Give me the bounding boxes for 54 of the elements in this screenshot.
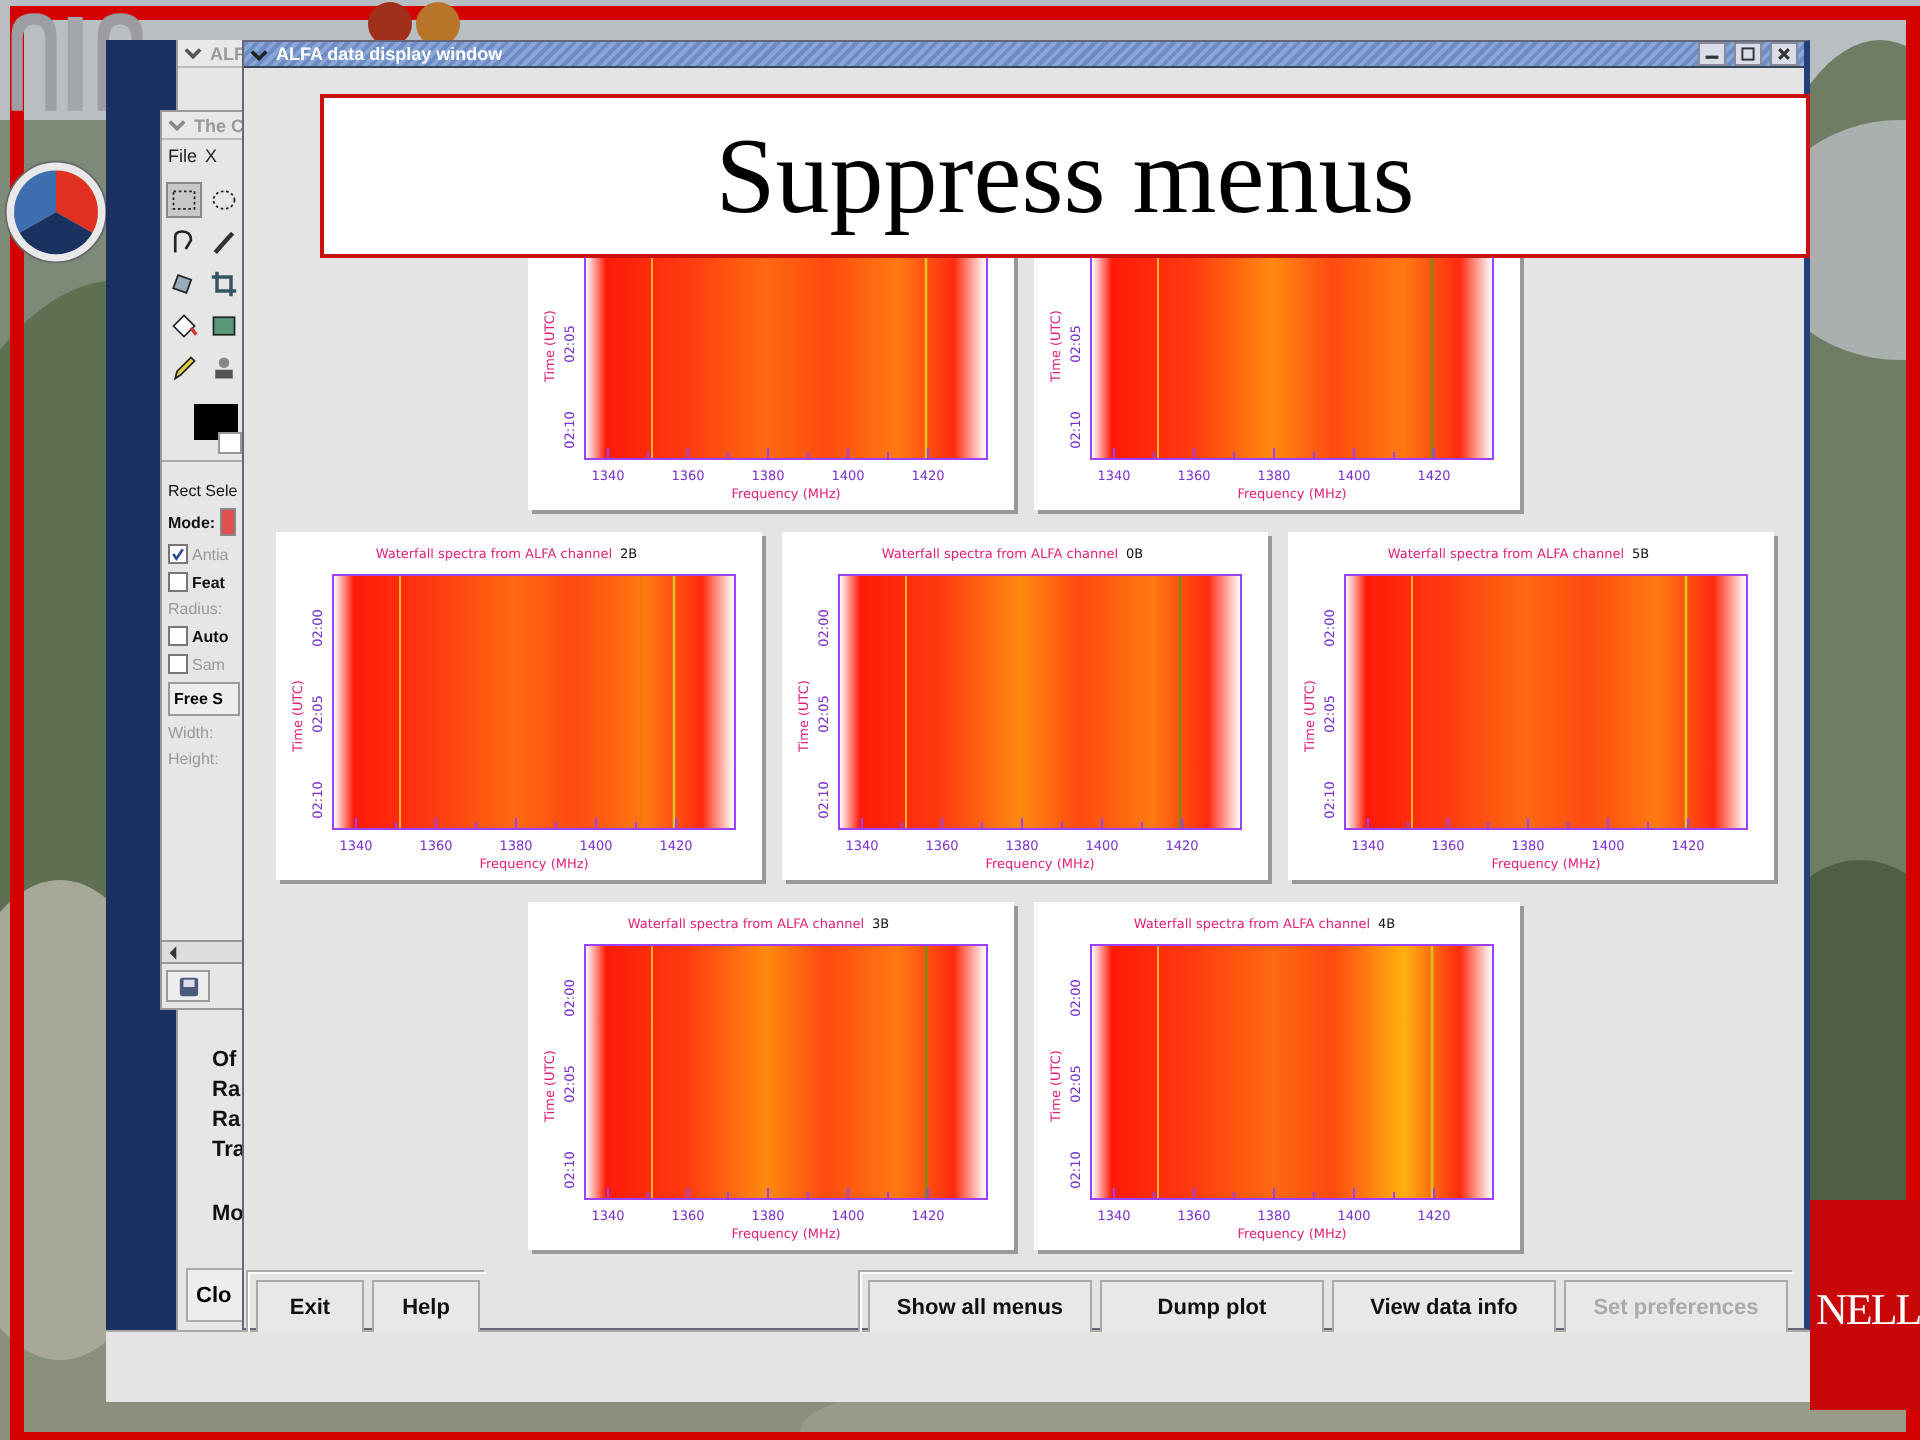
left-arrow-icon[interactable] <box>168 945 178 959</box>
color-swatch[interactable] <box>194 404 238 440</box>
mode-button[interactable] <box>219 508 236 536</box>
checkmark-icon <box>170 546 186 562</box>
eyedropper-icon <box>210 228 238 256</box>
checkbox-label: Feat <box>192 573 225 591</box>
window-title: ALF <box>210 43 245 63</box>
chevron-icon[interactable] <box>250 45 268 63</box>
lasso-icon <box>170 228 198 256</box>
tool-button[interactable] <box>206 266 242 302</box>
field-label: Mode: <box>168 513 216 531</box>
scrollbar[interactable] <box>162 940 242 964</box>
field-label: Height: <box>168 750 221 768</box>
checkbox[interactable] <box>168 572 188 592</box>
close-icon <box>1776 46 1792 62</box>
field-label: Of <box>212 1048 239 1072</box>
options-title: Rect Sele <box>168 482 240 500</box>
field-label: Width: <box>168 724 216 742</box>
close-button[interactable]: Clo <box>186 1268 246 1322</box>
chevron-icon[interactable] <box>184 44 202 62</box>
gradient-icon <box>210 312 238 340</box>
field-label: Ra <box>212 1108 243 1132</box>
shape-button[interactable]: Dump plot <box>1100 1280 1324 1332</box>
shape-button[interactable]: Help <box>372 1280 480 1332</box>
menu-item[interactable]: X <box>205 146 218 170</box>
shape-button[interactable]: View data info <box>1332 1280 1556 1332</box>
window-title: ALFA data display window <box>276 44 503 64</box>
checkbox-label: Sam <box>192 655 225 673</box>
bucket-icon <box>170 312 198 340</box>
minimize-button[interactable] <box>1698 42 1726 66</box>
checkbox-label: Auto <box>192 627 229 645</box>
menu-item[interactable]: File <box>168 146 198 170</box>
save-button[interactable] <box>166 970 210 1002</box>
tool-button[interactable] <box>166 182 202 218</box>
ellipse-icon <box>210 186 238 214</box>
shape-button[interactable]: Free S <box>168 682 240 716</box>
shape-button[interactable]: Exit <box>256 1280 364 1332</box>
slide-title: Suppress menus <box>715 114 1415 238</box>
dotted-rectangle-icon <box>170 186 198 214</box>
stamp-icon <box>210 354 238 382</box>
field-label: Radius: <box>168 600 225 618</box>
maximize-button[interactable] <box>1734 42 1762 66</box>
chevron-icon[interactable] <box>168 116 186 134</box>
shape-button[interactable]: Show all menus <box>868 1280 1092 1332</box>
field-label: Ra <box>212 1078 243 1102</box>
checkbox-label: Antia <box>192 545 229 563</box>
banner-text: NELL <box>1816 1283 1920 1335</box>
close-button[interactable] <box>1770 42 1798 66</box>
color-swatch[interactable] <box>218 432 242 454</box>
checkbox[interactable] <box>168 626 188 646</box>
field-label: Mo <box>212 1202 244 1226</box>
crop-icon <box>210 270 238 298</box>
maximize-icon <box>1740 46 1756 62</box>
pencil-icon <box>170 354 198 382</box>
